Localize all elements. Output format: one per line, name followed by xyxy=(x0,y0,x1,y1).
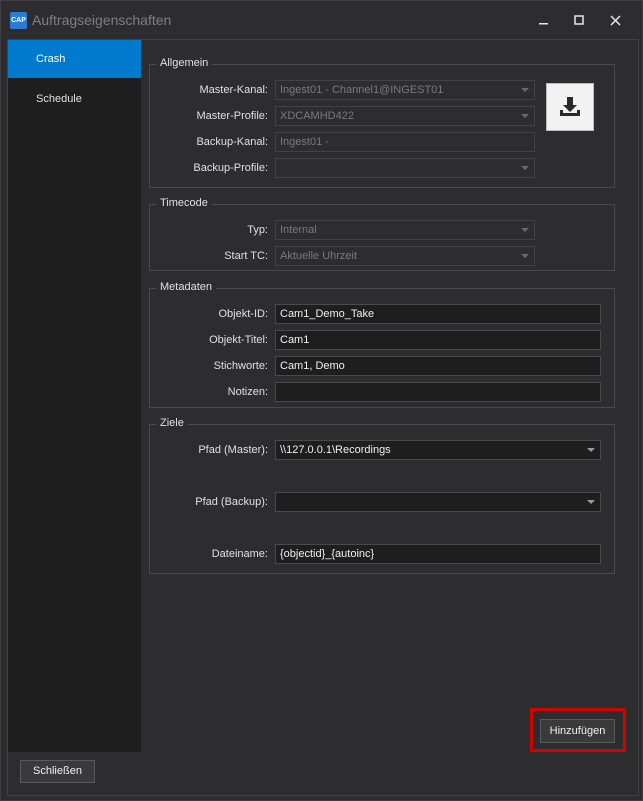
backup-profile-label: Backup-Profile: xyxy=(193,162,268,174)
master-kanal-select[interactable]: Ingest01 - Channel1@INGEST01 xyxy=(275,80,535,100)
group-title-ziele: Ziele xyxy=(156,417,188,429)
start-tc-select[interactable]: Aktuelle Uhrzeit xyxy=(275,246,535,266)
maximize-icon xyxy=(573,14,584,25)
chevron-down-icon xyxy=(521,228,529,232)
master-profile-label: Master-Profile: xyxy=(196,110,268,122)
sidebar-item-schedule[interactable]: Schedule xyxy=(8,80,141,118)
backup-kanal-value: Ingest01 - xyxy=(280,136,329,148)
objekt-titel-input[interactable]: Cam1 xyxy=(275,330,601,350)
pfad-master-label: Pfad (Master): xyxy=(198,444,268,456)
minimize-icon xyxy=(539,23,548,25)
stichworte-label: Stichworte: xyxy=(213,360,268,372)
start-tc-value: Aktuelle Uhrzeit xyxy=(280,250,358,262)
objekt-titel-label: Objekt-Titel: xyxy=(209,334,268,346)
objekt-id-label: Objekt-ID: xyxy=(218,308,268,320)
chevron-down-icon xyxy=(521,114,529,118)
pfad-backup-select[interactable] xyxy=(275,492,601,512)
chevron-down-icon xyxy=(521,166,529,170)
chevron-down-icon xyxy=(521,88,529,92)
close-icon xyxy=(609,14,621,26)
download-button[interactable] xyxy=(546,83,594,131)
backup-kanal-label: Backup-Kanal: xyxy=(196,136,268,148)
close-window-button[interactable] xyxy=(600,9,630,31)
master-kanal-value: Ingest01 - Channel1@INGEST01 xyxy=(280,84,444,96)
master-profile-select[interactable]: XDCAMHD422 xyxy=(275,106,535,126)
dateiname-input[interactable]: {objectid}_{autoinc} xyxy=(275,544,601,564)
window-title: Auftragseigenschaften xyxy=(32,12,172,28)
backup-kanal-field[interactable]: Ingest01 - xyxy=(275,132,535,152)
chevron-down-icon xyxy=(521,254,529,258)
pfad-master-value: \\127.0.0.1\Recordings xyxy=(280,444,391,456)
group-title-metadaten: Metadaten xyxy=(156,281,216,293)
typ-select[interactable]: Internal xyxy=(275,220,535,240)
master-profile-value: XDCAMHD422 xyxy=(280,110,354,122)
chevron-down-icon xyxy=(587,448,595,452)
typ-label: Typ: xyxy=(247,224,268,236)
notizen-label: Notizen: xyxy=(227,386,268,398)
start-tc-label: Start TC: xyxy=(224,250,268,262)
add-button[interactable]: Hinzufügen xyxy=(540,719,615,743)
dateiname-label: Dateiname: xyxy=(211,548,268,560)
close-button[interactable]: Schließen xyxy=(20,760,95,783)
notizen-input[interactable] xyxy=(275,382,601,402)
pfad-master-select[interactable]: \\127.0.0.1\Recordings xyxy=(275,440,601,460)
sidebar-item-crash[interactable]: Crash xyxy=(8,40,141,78)
title-bar: CAP Auftragseigenschaften xyxy=(1,1,642,39)
sidebar: Crash Schedule xyxy=(8,40,141,752)
download-icon xyxy=(560,97,580,116)
group-title-timecode: Timecode xyxy=(156,197,212,209)
stichworte-input[interactable]: Cam1, Demo xyxy=(275,356,601,376)
minimize-button[interactable] xyxy=(529,9,559,31)
maximize-button[interactable] xyxy=(564,9,594,31)
typ-value: Internal xyxy=(280,224,317,236)
objekt-id-input[interactable]: Cam1_Demo_Take xyxy=(275,304,601,324)
chevron-down-icon xyxy=(587,500,595,504)
backup-profile-select[interactable] xyxy=(275,158,535,178)
group-title-allgemein: Allgemein xyxy=(156,57,213,69)
dialog-window: CAP Auftragseigenschaften Crash Schedule… xyxy=(0,0,643,801)
app-icon: CAP xyxy=(10,12,27,29)
master-kanal-label: Master-Kanal: xyxy=(199,84,268,96)
pfad-backup-label: Pfad (Backup): xyxy=(195,496,268,508)
